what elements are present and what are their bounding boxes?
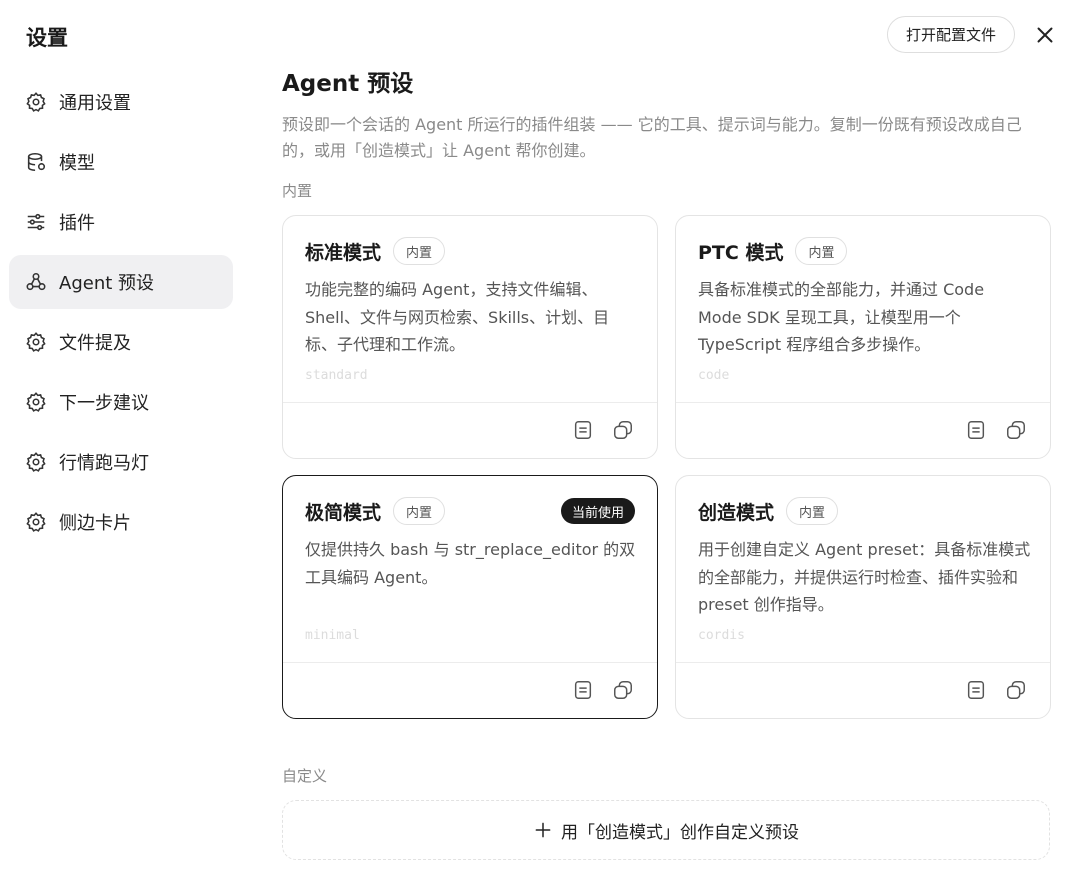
database-icon — [25, 151, 47, 173]
card-header: 标准模式 内置 — [305, 236, 635, 266]
preset-id: code — [698, 368, 730, 383]
document-icon[interactable] — [965, 679, 989, 703]
sidebar-item-file-mentions[interactable]: 文件提及 — [9, 315, 233, 369]
card-header: PTC 模式 内置 — [698, 236, 1028, 266]
builtin-badge: 内置 — [795, 237, 848, 265]
sidebar-item-label: 文件提及 — [59, 333, 131, 354]
sidebar-item-label: 通用设置 — [59, 93, 131, 114]
create-button-label: 用「创造模式」创作自定义预设 — [561, 822, 799, 843]
sidebar: 设置 通用设置 模型 插件 Agent 预设 文件提及 下一步建议 行情跑马灯 … — [0, 0, 244, 881]
agent-icon — [25, 271, 47, 293]
gear-icon — [25, 451, 47, 473]
document-icon[interactable] — [572, 419, 596, 443]
current-badge: 当前使用 — [560, 498, 635, 524]
sliders-icon — [25, 211, 47, 233]
sidebar-title: 设置 — [26, 26, 68, 50]
copy-icon[interactable] — [612, 419, 636, 443]
preset-name: PTC 模式 — [698, 241, 784, 264]
sidebar-item-label: 下一步建议 — [59, 393, 149, 414]
builtin-section-label: 内置 — [282, 182, 313, 200]
copy-icon[interactable] — [1005, 679, 1029, 703]
preset-name: 极简模式 — [305, 501, 382, 524]
document-icon[interactable] — [965, 419, 989, 443]
preset-card-code[interactable]: PTC 模式 内置 具备标准模式的全部能力，并通过 Code Mode SDK … — [675, 215, 1051, 459]
page-description: 预设即一个会话的 Agent 所运行的插件组装 —— 它的工具、提示词与能力。复… — [282, 115, 1022, 160]
card-divider — [283, 662, 657, 663]
sidebar-item-label: 插件 — [59, 213, 95, 234]
gear-icon — [25, 91, 47, 113]
sidebar-item-models[interactable]: 模型 — [9, 135, 233, 189]
builtin-badge: 内置 — [393, 237, 446, 265]
document-icon[interactable] — [572, 679, 596, 703]
preset-id: cordis — [698, 628, 745, 643]
preset-description: 功能完整的编码 Agent，支持文件编辑、Shell、文件与网页检索、Skill… — [305, 280, 610, 354]
sidebar-item-next-suggestions[interactable]: 下一步建议 — [9, 375, 233, 429]
preset-id: standard — [305, 368, 368, 383]
sidebar-item-label: Agent 预设 — [59, 273, 155, 294]
custom-section-label: 自定义 — [282, 767, 328, 785]
preset-name: 标准模式 — [305, 241, 382, 264]
gear-icon — [25, 331, 47, 353]
card-divider — [283, 402, 657, 403]
card-header: 创造模式 内置 — [698, 496, 1028, 526]
preset-card-standard[interactable]: 标准模式 内置 功能完整的编码 Agent，支持文件编辑、Shell、文件与网页… — [282, 215, 658, 459]
page-title: Agent 预设 — [282, 71, 414, 97]
card-header: 极简模式 内置 当前使用 — [305, 496, 635, 526]
preset-name: 创造模式 — [698, 501, 775, 524]
preset-description: 具备标准模式的全部能力，并通过 Code Mode SDK 呈现工具，让模型用一… — [698, 280, 985, 354]
gear-icon — [25, 511, 47, 533]
copy-icon[interactable] — [1005, 419, 1029, 443]
create-custom-preset-button[interactable]: 用「创造模式」创作自定义预设 — [282, 800, 1050, 860]
sidebar-item-side-cards[interactable]: 侧边卡片 — [9, 495, 233, 549]
sidebar-item-label: 行情跑马灯 — [59, 453, 149, 474]
preset-description: 用于创建自定义 Agent preset：具备标准模式的全部能力，并提供运行时检… — [698, 540, 1031, 614]
card-divider — [676, 402, 1050, 403]
preset-card-cordis[interactable]: 创造模式 内置 用于创建自定义 Agent preset：具备标准模式的全部能力… — [675, 475, 1051, 719]
copy-icon[interactable] — [612, 679, 636, 703]
sidebar-nav: 通用设置 模型 插件 Agent 预设 文件提及 下一步建议 行情跑马灯 侧边卡… — [9, 75, 233, 555]
sidebar-item-plugins[interactable]: 插件 — [9, 195, 233, 249]
builtin-badge: 内置 — [786, 497, 839, 525]
close-icon[interactable] — [1032, 22, 1058, 48]
sidebar-item-general[interactable]: 通用设置 — [9, 75, 233, 129]
sidebar-item-label: 侧边卡片 — [59, 513, 131, 534]
sidebar-item-agent-presets[interactable]: Agent 预设 — [9, 255, 233, 309]
preset-description: 仅提供持久 bash 与 str_replace_editor 的双工具编码 A… — [305, 540, 636, 587]
builtin-badge: 内置 — [393, 497, 446, 525]
sidebar-item-label: 模型 — [59, 153, 95, 174]
plus-icon — [535, 822, 551, 838]
preset-card-minimal[interactable]: 极简模式 内置 当前使用 仅提供持久 bash 与 str_replace_ed… — [282, 475, 658, 719]
card-divider — [676, 662, 1050, 663]
sidebar-item-ticker[interactable]: 行情跑马灯 — [9, 435, 233, 489]
open-config-button[interactable]: 打开配置文件 — [887, 16, 1015, 53]
gear-icon — [25, 391, 47, 413]
preset-id: minimal — [305, 628, 360, 643]
